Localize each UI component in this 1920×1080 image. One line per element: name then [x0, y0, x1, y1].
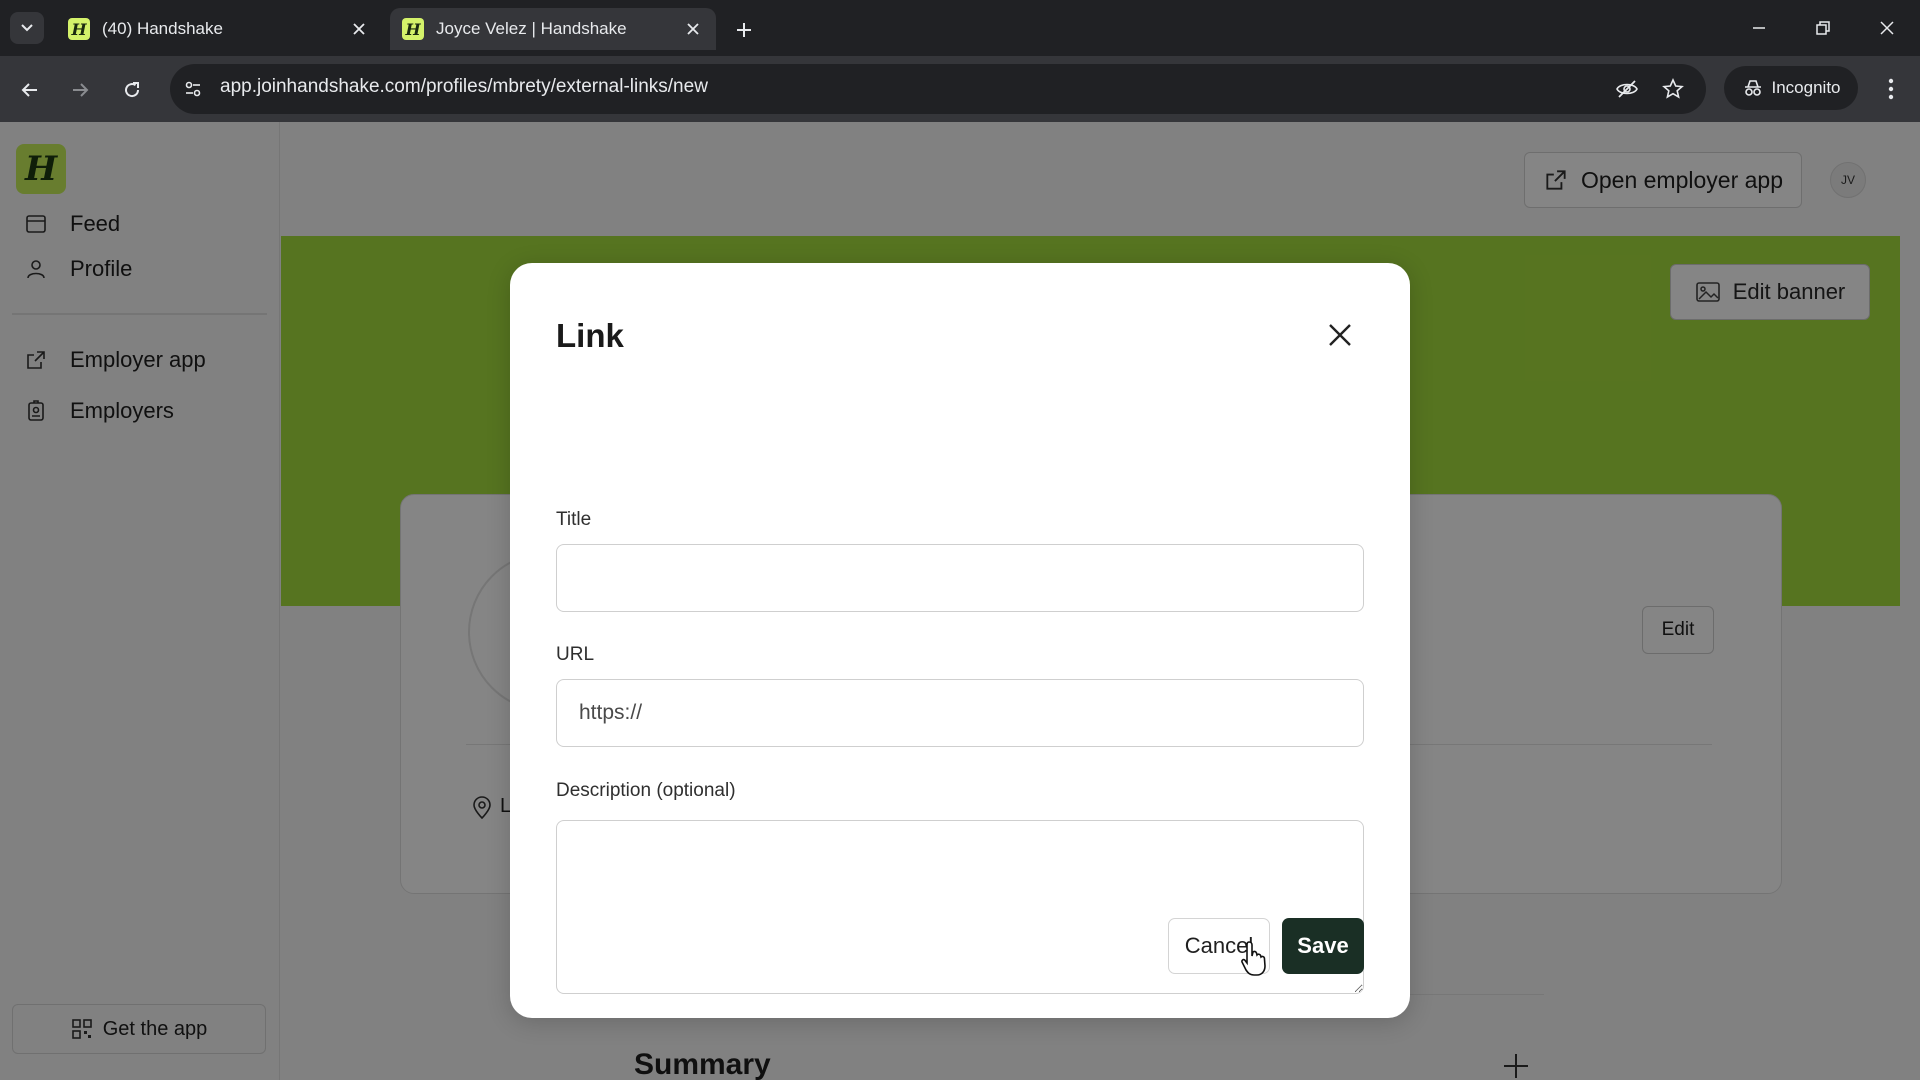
incognito-indicator[interactable]: Incognito [1724, 66, 1858, 110]
star-icon [1662, 78, 1684, 99]
handshake-favicon-icon: H [68, 18, 90, 40]
close-icon [1880, 21, 1894, 35]
arrow-left-icon [21, 83, 37, 97]
link-modal: Link Title URL Description (optional) Ca… [510, 263, 1410, 1018]
plus-icon [737, 23, 751, 37]
restore-button[interactable] [1800, 10, 1846, 46]
forward-button[interactable] [62, 72, 98, 108]
more-vertical-icon [1888, 78, 1894, 100]
reload-icon [125, 82, 140, 98]
browser-tab-inactive[interactable]: H (40) Handshake [56, 8, 382, 50]
tab-search-button[interactable] [10, 12, 44, 44]
url-label: URL [556, 644, 595, 665]
eye-off-icon [1616, 80, 1638, 98]
tab-title: Joyce Velez | Handshake [436, 19, 627, 38]
tab-close-icon[interactable] [348, 18, 370, 40]
page-content: H Feed Profile Employer app Employers Ge… [0, 122, 1920, 1080]
back-button[interactable] [12, 72, 48, 108]
chevron-down-icon [21, 24, 33, 32]
tab-close-icon[interactable] [682, 18, 704, 40]
browser-menu-button[interactable] [1874, 72, 1908, 106]
modal-title: Link [556, 317, 624, 354]
url-text[interactable]: app.joinhandshake.com/profiles/mbrety/ex… [220, 76, 708, 98]
reload-button[interactable] [114, 72, 150, 108]
handshake-favicon-icon: H [402, 18, 424, 40]
minimize-icon [1753, 27, 1765, 29]
url-field[interactable] [556, 679, 1364, 747]
close-window-button[interactable] [1864, 10, 1910, 46]
title-field[interactable] [556, 544, 1364, 612]
tracking-protection-button[interactable] [1610, 72, 1644, 106]
incognito-label: Incognito [1771, 78, 1841, 97]
modal-close-button[interactable] [1320, 315, 1360, 355]
close-icon [1329, 324, 1351, 346]
save-button[interactable]: Save [1282, 918, 1364, 974]
tune-icon [185, 81, 201, 97]
incognito-icon [1744, 80, 1761, 96]
new-tab-button[interactable] [728, 14, 760, 46]
site-info-button[interactable] [178, 74, 208, 104]
description-label: Description (optional) [556, 780, 736, 801]
hand-pointer-icon [1241, 941, 1266, 976]
arrow-right-icon [73, 83, 89, 97]
bookmark-button[interactable] [1656, 72, 1690, 106]
tab-title: (40) Handshake [102, 19, 223, 38]
restore-icon [1816, 21, 1830, 35]
browser-tab-active[interactable]: H Joyce Velez | Handshake [390, 8, 716, 50]
minimize-button[interactable] [1736, 10, 1782, 46]
title-label: Title [556, 509, 592, 530]
